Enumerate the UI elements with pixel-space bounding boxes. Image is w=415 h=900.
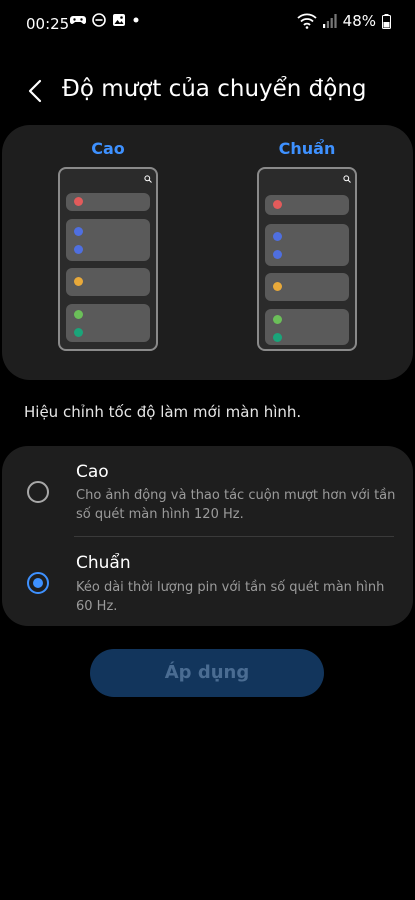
gallery-icon [113,14,125,26]
back-button[interactable] [22,76,52,106]
radio-standard[interactable] [27,572,49,594]
wifi-icon [297,13,317,29]
radio-high[interactable] [27,481,49,503]
preview-phone-high [58,167,158,351]
option-standard-title: Chuẩn [76,553,131,573]
app-header: Độ mượt của chuyển động [0,66,415,116]
page-title: Độ mượt của chuyển động [62,76,367,102]
refresh-rate-preview: Cao Chuẩn [2,125,413,380]
search-icon [144,175,152,183]
preview-card [66,193,150,211]
preview-card [66,219,150,261]
option-high-title: Cao [76,462,109,482]
preview-phone-standard [257,167,357,351]
apply-button[interactable]: Áp dụng [90,649,324,697]
preview-card [265,309,349,345]
option-standard-subtitle: Kéo dài thời lượng pin với tần số quét m… [76,580,385,614]
preview-card [265,224,349,266]
preview-card [66,268,150,296]
option-high[interactable]: Cao Cho ảnh động và thao tác cuộn mượt h… [2,446,413,536]
status-bar: 00:25 48% [0,0,415,48]
option-high-subtitle: Cho ảnh động và thao tác cuộn mượt hơn v… [76,488,396,522]
battery-icon [382,13,391,29]
search-icon [343,175,351,183]
refresh-rate-options: Cao Cho ảnh động và thao tác cuộn mượt h… [2,446,413,626]
description-text: Hiệu chỉnh tốc độ làm mới màn hình. [24,403,302,421]
signal-icon [322,14,337,28]
chevron-left-icon [28,79,42,103]
game-controller-icon [70,16,86,24]
preview-card [265,273,349,301]
status-right-icons: 48% [297,12,391,30]
preview-label-high: Cao [91,139,125,158]
option-standard[interactable]: Chuẩn Kéo dài thời lượng pin với tần số … [2,537,413,626]
notification-dot-icon [133,17,139,23]
preview-label-standard: Chuẩn [278,139,336,158]
battery-percent: 48% [342,12,376,30]
preview-card [265,195,349,215]
do-not-disturb-icon [92,13,106,27]
preview-card [66,304,150,342]
status-left-icons [70,13,140,27]
status-time: 00:25 [26,15,70,33]
